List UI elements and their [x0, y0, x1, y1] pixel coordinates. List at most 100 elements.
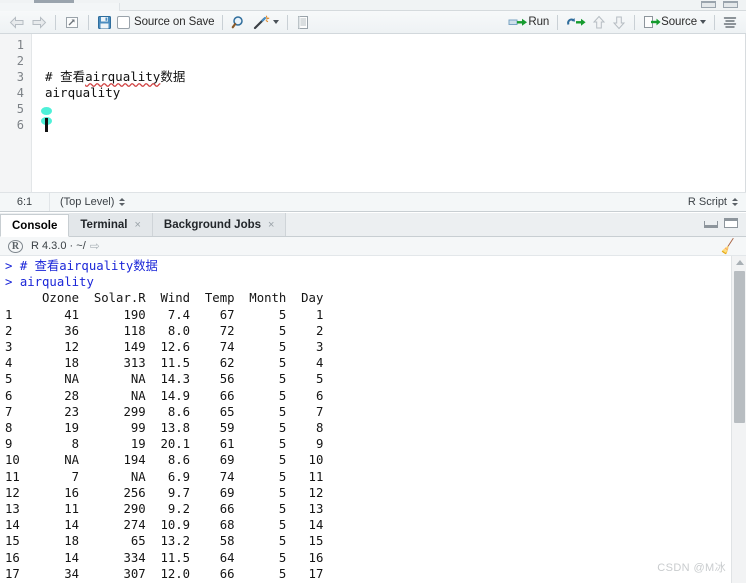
back-arrow-icon: [9, 15, 24, 29]
console-prompt: >: [5, 275, 20, 290]
code-line-5[interactable]: [33, 101, 738, 117]
console-command-text: airquality: [19, 275, 94, 290]
source-on-save-toggle[interactable]: Source on Save: [115, 13, 217, 32]
console-table-row: 10 NA 194 8.6 69 5 10: [5, 453, 324, 468]
comment-text-cn-1: 查看: [60, 69, 86, 84]
run-label: Run: [528, 16, 550, 28]
console-scrollbar[interactable]: [731, 256, 746, 583]
code-line-3[interactable]: # 查看airquality数据: [33, 69, 738, 85]
re-run-previous-icon: [567, 17, 586, 26]
console-table-row: 11 7 NA 6.9 74 5 11: [5, 469, 324, 484]
find-replace-icon: [232, 15, 244, 28]
tab-terminal-label: Terminal: [80, 218, 128, 231]
scroll-up-arrow-icon[interactable]: [736, 260, 744, 265]
console-pane[interactable]: R R 4.3.0 · ~/ ⇨ 🧹 > # 查看airquality数据 > a…: [0, 237, 746, 583]
show-in-new-window-icon: [66, 16, 78, 28]
close-icon[interactable]: ×: [134, 219, 140, 231]
window-tab-strip: [0, 0, 746, 11]
console-command-text: # 查看airquality数据: [19, 259, 158, 273]
scrollbar-thumb[interactable]: [734, 271, 745, 423]
console-maximize-button[interactable]: [724, 218, 738, 228]
tab-console[interactable]: Console: [0, 214, 70, 237]
find-replace-button[interactable]: [228, 13, 250, 32]
up-arrow-icon: [593, 15, 606, 28]
close-icon[interactable]: ×: [268, 219, 274, 231]
run-button[interactable]: Run: [505, 13, 552, 32]
rerun-previous-button[interactable]: [563, 13, 589, 32]
code-line-6[interactable]: [33, 107, 738, 133]
document-outline-button[interactable]: [720, 13, 740, 32]
save-icon: [98, 15, 111, 29]
tab-background-jobs-label: Background Jobs: [163, 218, 262, 231]
source-on-save-label: Source on Save: [134, 16, 215, 28]
source-toolbar: Source on Save Run Source: [0, 11, 746, 34]
code-line-4[interactable]: airquality: [33, 85, 738, 101]
file-type-updown-icon[interactable]: [732, 198, 738, 206]
code-scope-selector[interactable]: (Top Level): [50, 196, 126, 208]
chevron-down-icon[interactable]: [700, 20, 706, 24]
line-number: 1: [16, 38, 24, 52]
cursor-position-indicator: 6:1: [0, 193, 50, 211]
compile-report-icon: [298, 15, 309, 29]
version-separator: ·: [69, 240, 74, 252]
source-on-save-checkbox[interactable]: [117, 15, 130, 29]
save-button[interactable]: [94, 13, 115, 32]
console-table-row: 2 36 118 8.0 72 5 2: [5, 323, 324, 338]
clear-console-broom-icon[interactable]: 🧹: [718, 237, 737, 256]
console-table-row: 4 18 313 11.5 62 5 4: [5, 356, 324, 371]
open-working-directory-icon[interactable]: ⇨: [90, 239, 100, 253]
editor-line-number-gutter: 1 2 3 4 5 6: [0, 34, 32, 192]
back-button[interactable]: [6, 13, 28, 32]
line-number: 6: [16, 118, 24, 132]
working-directory-label[interactable]: ~/: [76, 240, 85, 252]
forward-arrow-icon: [32, 15, 47, 29]
source-icon: [644, 16, 661, 28]
code-line-2[interactable]: [33, 53, 738, 69]
line-number: 2: [16, 54, 24, 68]
code-scope-label: (Top Level): [60, 196, 115, 208]
file-type-label: R Script: [687, 196, 727, 208]
line-number: 4: [16, 86, 24, 100]
r-version-label: R 4.3.0 · ~/: [31, 240, 86, 252]
console-table-row: 16 14 334 11.5 64 5 16: [5, 550, 324, 565]
code-tools-button[interactable]: [250, 13, 282, 32]
console-header-bar: R R 4.3.0 · ~/ ⇨ 🧹: [0, 237, 746, 256]
editor-code-area[interactable]: # 查看airquality数据 airquality: [33, 34, 738, 192]
show-in-new-window-button[interactable]: [61, 13, 83, 32]
window-minimize-button[interactable]: [701, 1, 716, 8]
text-cursor: [45, 118, 48, 132]
source-button[interactable]: Source: [640, 13, 709, 32]
console-table-row: 14 14 274 10.9 68 5 14: [5, 518, 324, 533]
comment-word-airquality: airquality: [85, 69, 161, 84]
toolbar-divider: [55, 14, 56, 30]
line-number: 5: [16, 102, 24, 116]
r-logo-icon: R: [8, 239, 23, 253]
r-version-text: R 4.3.0: [31, 240, 67, 252]
console-table-row: 9 8 19 20.1 61 5 9: [5, 437, 324, 452]
code-tools-magic-wand-icon: [254, 15, 270, 29]
tab-terminal[interactable]: Terminal ×: [69, 213, 153, 236]
chevron-down-icon[interactable]: [273, 20, 280, 24]
previous-chunk-button[interactable]: [589, 13, 609, 32]
toolbar-divider: [287, 14, 289, 30]
comment-text-cn-2: 数据: [160, 69, 186, 84]
down-arrow-icon: [613, 16, 626, 29]
toolbar-divider: [634, 14, 636, 30]
scope-updown-icon[interactable]: [119, 198, 126, 206]
forward-button[interactable]: [28, 13, 50, 32]
source-editor-pane[interactable]: 1 2 3 4 5 6 # 查看airquality数据 airquality: [0, 34, 746, 192]
document-outline-icon: [723, 16, 737, 28]
console-table-row: 3 12 149 12.6 74 5 3: [5, 340, 324, 355]
compile-report-button[interactable]: [293, 13, 313, 32]
console-output[interactable]: > # 查看airquality数据 > airquality Ozone Sol…: [0, 256, 731, 583]
tab-background-jobs[interactable]: Background Jobs ×: [152, 213, 287, 236]
code-line-1[interactable]: [33, 37, 738, 53]
window-maximize-button[interactable]: [723, 1, 738, 8]
console-minimize-button[interactable]: [704, 221, 718, 228]
toolbar-divider: [88, 14, 89, 30]
file-type-selector[interactable]: R Script: [688, 196, 746, 208]
source-tab-partial[interactable]: [0, 3, 120, 11]
next-chunk-button[interactable]: [609, 13, 629, 32]
console-table-header: Ozone Solar.R Wind Temp Month Day: [5, 291, 324, 306]
editor-status-bar: 6:1 (Top Level) R Script: [0, 192, 746, 212]
